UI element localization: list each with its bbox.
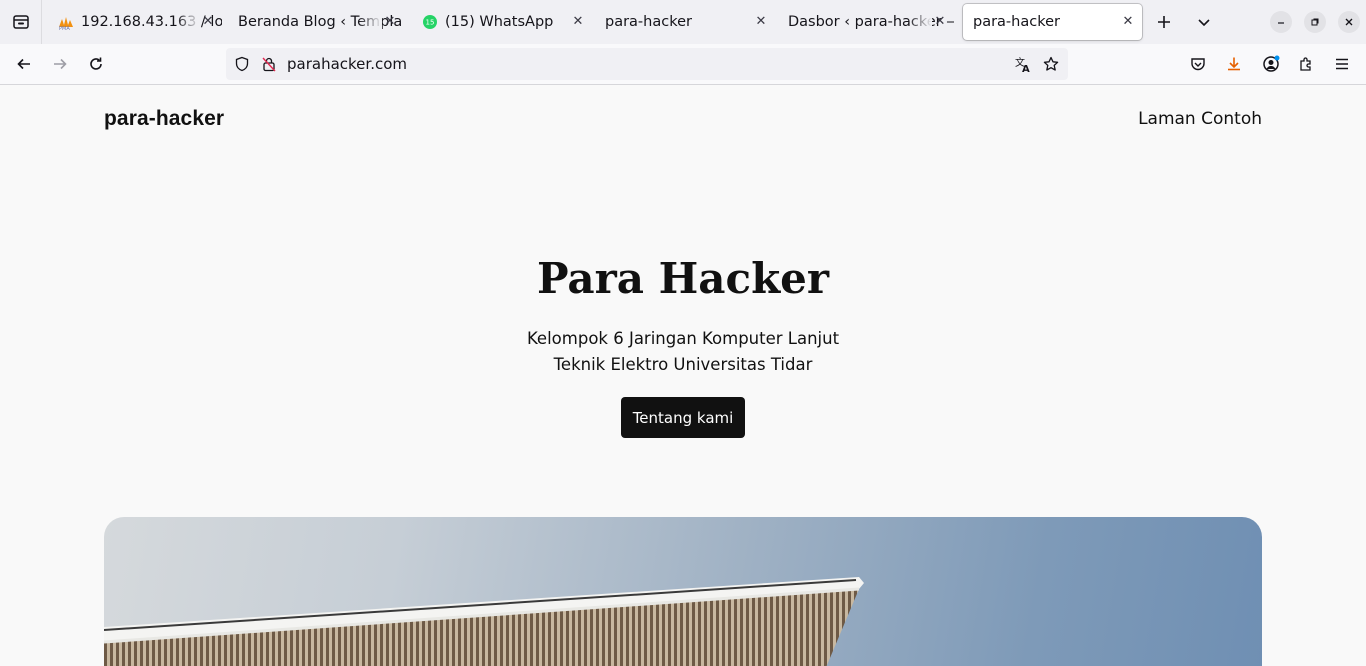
close-window-button[interactable]: [1338, 11, 1360, 33]
tab-title: para-hacker: [973, 14, 1060, 30]
url-text[interactable]: parahacker.com: [287, 55, 407, 73]
minimize-button[interactable]: [1270, 11, 1292, 33]
close-tab-icon[interactable]: ✕: [1120, 14, 1136, 30]
close-tab-icon[interactable]: ✕: [932, 14, 948, 30]
close-tab-icon[interactable]: ✕: [200, 14, 216, 30]
minimize-icon: [1278, 22, 1284, 24]
reload-icon: [90, 57, 102, 70]
nav-link-laman-contoh[interactable]: Laman Contoh: [1138, 109, 1262, 129]
tab-fade: [358, 4, 382, 40]
new-tab-button[interactable]: [1150, 8, 1178, 36]
whatsapp-icon: 15: [423, 15, 437, 29]
firefox-view-icon: [12, 15, 29, 29]
back-button[interactable]: [10, 50, 38, 78]
close-tab-icon[interactable]: ✕: [570, 14, 586, 30]
tab-para-hacker-active[interactable]: para-hacker ✕: [963, 4, 1142, 40]
address-bar[interactable]: parahacker.com 文A: [226, 48, 1068, 80]
tab-strip: PMA 192.168.43.163 / lo ✕ Beranda Blog ‹…: [0, 0, 1366, 44]
download-icon: [1228, 57, 1240, 71]
building-roof-image: [104, 577, 864, 666]
tab-fade: [908, 4, 932, 40]
tab-para-hacker[interactable]: para-hacker ✕: [595, 4, 775, 40]
navigation-toolbar: parahacker.com 文A: [0, 44, 1366, 85]
hero-line-1: Kelompok 6 Jaringan Komputer Lanjut: [526, 329, 840, 348]
arrow-right-icon: [54, 58, 67, 70]
pocket-icon: [1191, 58, 1205, 71]
forward-button[interactable]: [46, 50, 74, 78]
about-us-button[interactable]: Tentang kami: [621, 397, 745, 438]
cover-image: [104, 517, 1262, 666]
account-icon: [1263, 55, 1280, 72]
site-title-link[interactable]: para-hacker: [104, 107, 224, 131]
restore-button[interactable]: [1304, 11, 1326, 33]
phpmyadmin-icon: PMA: [59, 17, 73, 30]
tab-fade: [176, 4, 200, 40]
insecure-lock-icon[interactable]: [260, 55, 278, 73]
tracking-protection-shield-icon[interactable]: [233, 55, 251, 73]
close-tab-icon[interactable]: ✕: [753, 14, 769, 30]
translate-icon[interactable]: 文A: [1014, 55, 1032, 73]
extensions-button[interactable]: [1292, 50, 1320, 78]
downloads-button[interactable]: [1220, 50, 1248, 78]
bookmark-star-icon[interactable]: [1042, 55, 1060, 73]
close-icon: [1345, 18, 1353, 26]
pocket-button[interactable]: [1184, 50, 1212, 78]
tab-dasbor[interactable]: Dasbor ‹ para-hacker — ✕: [778, 4, 954, 40]
arrow-left-icon: [17, 58, 30, 70]
app-menu-button[interactable]: [1328, 50, 1356, 78]
svg-text:A: A: [1022, 64, 1030, 73]
tab-beranda-blog[interactable]: Beranda Blog ‹ Templa ✕: [228, 4, 404, 40]
hero-description: Kelompok 6 Jaringan Komputer Lanjut Tekn…: [0, 326, 1366, 378]
svg-text:15: 15: [426, 19, 435, 27]
web-page: para-hacker Laman Contoh Para Hacker Kel…: [0, 85, 1366, 666]
tab-phpmyadmin[interactable]: PMA 192.168.43.163 / lo ✕: [48, 4, 222, 40]
hero-heading: Para Hacker: [536, 254, 830, 303]
list-all-tabs-button[interactable]: [1190, 8, 1218, 36]
restore-icon: [1311, 18, 1319, 26]
account-button[interactable]: [1257, 50, 1285, 78]
chevron-down-icon: [1198, 19, 1210, 27]
tab-whatsapp[interactable]: 15 (15) WhatsApp ✕: [412, 4, 592, 40]
firefox-view-button[interactable]: [0, 0, 42, 44]
plus-icon: [1158, 16, 1170, 28]
hero-line-2: Teknik Elektro Universitas Tidar: [553, 355, 813, 374]
tab-title: para-hacker: [605, 14, 692, 30]
close-tab-icon[interactable]: ✕: [382, 14, 398, 30]
reload-button[interactable]: [82, 50, 110, 78]
puzzle-icon: [1300, 57, 1311, 71]
hamburger-menu-icon: [1336, 58, 1348, 70]
svg-text:PMA: PMA: [59, 26, 70, 30]
